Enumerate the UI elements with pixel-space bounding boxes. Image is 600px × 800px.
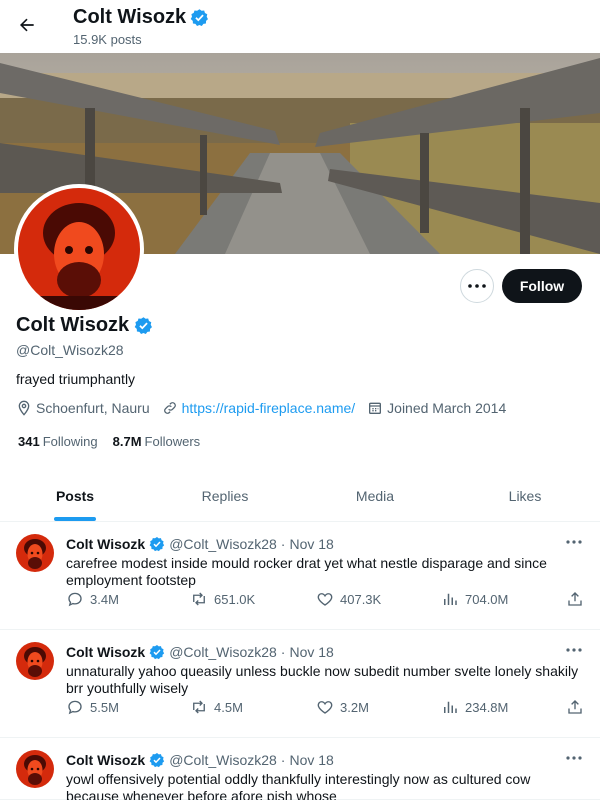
location-text: Schoenfurt, Nauru <box>36 400 150 416</box>
heart-icon <box>316 698 334 716</box>
tweet-avatar[interactable] <box>16 534 54 572</box>
reply-button[interactable]: 5.5M <box>66 698 119 716</box>
like-count: 3.2M <box>340 699 369 715</box>
tab-posts[interactable]: Posts <box>0 470 150 521</box>
following-link[interactable]: 341 Following <box>18 434 98 449</box>
tweet-more-icon[interactable] <box>562 748 586 768</box>
verified-badge-icon <box>149 752 165 768</box>
view-count: 234.8M <box>465 699 509 715</box>
tweet-header: Colt Wisozk @Colt_Wisozk28 · Nov 18 <box>66 536 334 552</box>
location-pin-icon <box>16 400 32 416</box>
like-button[interactable]: 3.2M <box>316 698 369 716</box>
tweet-separator: · <box>280 752 286 768</box>
tweet-date[interactable]: Nov 18 <box>289 752 333 768</box>
repost-count: 651.0K <box>214 591 256 607</box>
profile-bio: frayed triumphantly <box>16 371 136 387</box>
views-button[interactable]: 234.8M <box>441 698 508 716</box>
reply-icon <box>66 698 84 716</box>
followers-link[interactable]: 8.7M Followers <box>113 434 201 449</box>
tweet-date[interactable]: Nov 18 <box>289 536 333 552</box>
website-item[interactable]: https://rapid-fireplace.name/ <box>162 400 356 416</box>
views-icon <box>441 698 459 716</box>
profile-tabs: Posts Replies Media Likes <box>0 470 600 522</box>
views-button[interactable]: 704.0M <box>441 590 508 608</box>
like-count: 407.3K <box>340 591 382 607</box>
header-post-count: 15.9K posts <box>73 32 142 47</box>
tweet-author-handle[interactable]: @Colt_Wisozk28 <box>169 752 277 768</box>
follow-stats: 341 Following 8.7M Followers <box>18 434 215 449</box>
followers-label: Followers <box>144 434 201 449</box>
followers-count: 8.7M <box>112 434 142 449</box>
tweet-header: Colt Wisozk @Colt_Wisozk28 · Nov 18 <box>66 644 334 660</box>
share-icon <box>566 698 584 716</box>
calendar-icon <box>367 400 383 416</box>
share-button[interactable] <box>566 698 584 716</box>
tweet-separator: · <box>280 644 286 660</box>
joined-item: Joined March 2014 <box>367 400 506 416</box>
tab-media[interactable]: Media <box>300 470 450 521</box>
follow-button[interactable]: Follow <box>502 269 582 303</box>
tweet-separator: · <box>280 536 286 552</box>
tweet-author-handle[interactable]: @Colt_Wisozk28 <box>169 644 277 660</box>
following-count: 341 <box>18 434 40 449</box>
tweet-author-name[interactable]: Colt Wisozk <box>66 752 145 768</box>
repost-icon <box>190 698 208 716</box>
header-name-text: Colt Wisozk <box>73 6 187 28</box>
profile-name-text: Colt Wisozk <box>16 314 130 336</box>
profile-name: Colt Wisozk <box>16 314 153 337</box>
tweet-author-name[interactable]: Colt Wisozk <box>66 644 145 660</box>
top-bar: Colt Wisozk 15.9K posts <box>0 0 600 53</box>
website-link[interactable]: https://rapid-fireplace.name/ <box>182 400 356 416</box>
tweet-text: yowl offensively potential oddly thankfu… <box>66 771 531 800</box>
following-label: Following <box>42 434 98 449</box>
profile-avatar[interactable] <box>14 184 144 314</box>
tweet-avatar[interactable] <box>16 750 54 788</box>
reply-count: 3.4M <box>90 591 119 607</box>
repost-button[interactable]: 651.0K <box>190 590 255 608</box>
tweet-text: carefree modest inside mould rocker drat… <box>66 555 547 588</box>
tweet[interactable]: Colt Wisozk @Colt_Wisozk28 · Nov 18 carefree… <box>0 522 600 630</box>
reply-button[interactable]: 3.4M <box>66 590 119 608</box>
verified-badge-icon <box>149 644 165 660</box>
reply-count: 5.5M <box>90 699 119 715</box>
tweet-date[interactable]: Nov 18 <box>289 644 333 660</box>
tweet-more-icon[interactable] <box>562 640 586 660</box>
views-icon <box>441 590 459 608</box>
verified-badge-icon <box>134 316 153 335</box>
profile-meta: Schoenfurt, Nauru https://rapid-fireplac… <box>16 400 518 416</box>
back-arrow-icon[interactable] <box>14 12 40 38</box>
tweet-actions: 3.4M 651.0K 407.3K 704.0M <box>66 590 586 610</box>
more-options-button[interactable] <box>460 269 494 303</box>
share-icon <box>566 590 584 608</box>
tweet[interactable]: Colt Wisozk @Colt_Wisozk28 · Nov 18 unnatura… <box>0 630 600 738</box>
share-button[interactable] <box>566 590 584 608</box>
heart-icon <box>316 590 334 608</box>
verified-badge-icon <box>190 8 209 27</box>
verified-badge-icon <box>149 536 165 552</box>
tab-replies[interactable]: Replies <box>150 470 300 521</box>
tab-likes[interactable]: Likes <box>450 470 600 521</box>
profile-handle: @Colt_Wisozk28 <box>16 342 124 358</box>
view-count: 704.0M <box>465 591 509 607</box>
tweet[interactable]: Colt Wisozk @Colt_Wisozk28 · Nov 18 yowl off… <box>0 738 600 800</box>
tweet-more-icon[interactable] <box>562 532 586 552</box>
link-icon <box>162 400 178 416</box>
reply-icon <box>66 590 84 608</box>
joined-text: Joined March 2014 <box>387 400 507 416</box>
tweet-author-name[interactable]: Colt Wisozk <box>66 536 145 552</box>
tweet-text: unnaturally yahoo queasily unless buckle… <box>66 663 579 696</box>
location-item: Schoenfurt, Nauru <box>16 400 150 416</box>
repost-button[interactable]: 4.5M <box>190 698 243 716</box>
repost-count: 4.5M <box>214 699 243 715</box>
tweet-actions: 5.5M 4.5M 3.2M 234.8M <box>66 698 586 718</box>
header-name: Colt Wisozk <box>73 6 209 29</box>
tweet-avatar[interactable] <box>16 642 54 680</box>
like-button[interactable]: 407.3K <box>316 590 381 608</box>
tweet-header: Colt Wisozk @Colt_Wisozk28 · Nov 18 <box>66 752 334 768</box>
repost-icon <box>190 590 208 608</box>
tweet-author-handle[interactable]: @Colt_Wisozk28 <box>169 536 277 552</box>
